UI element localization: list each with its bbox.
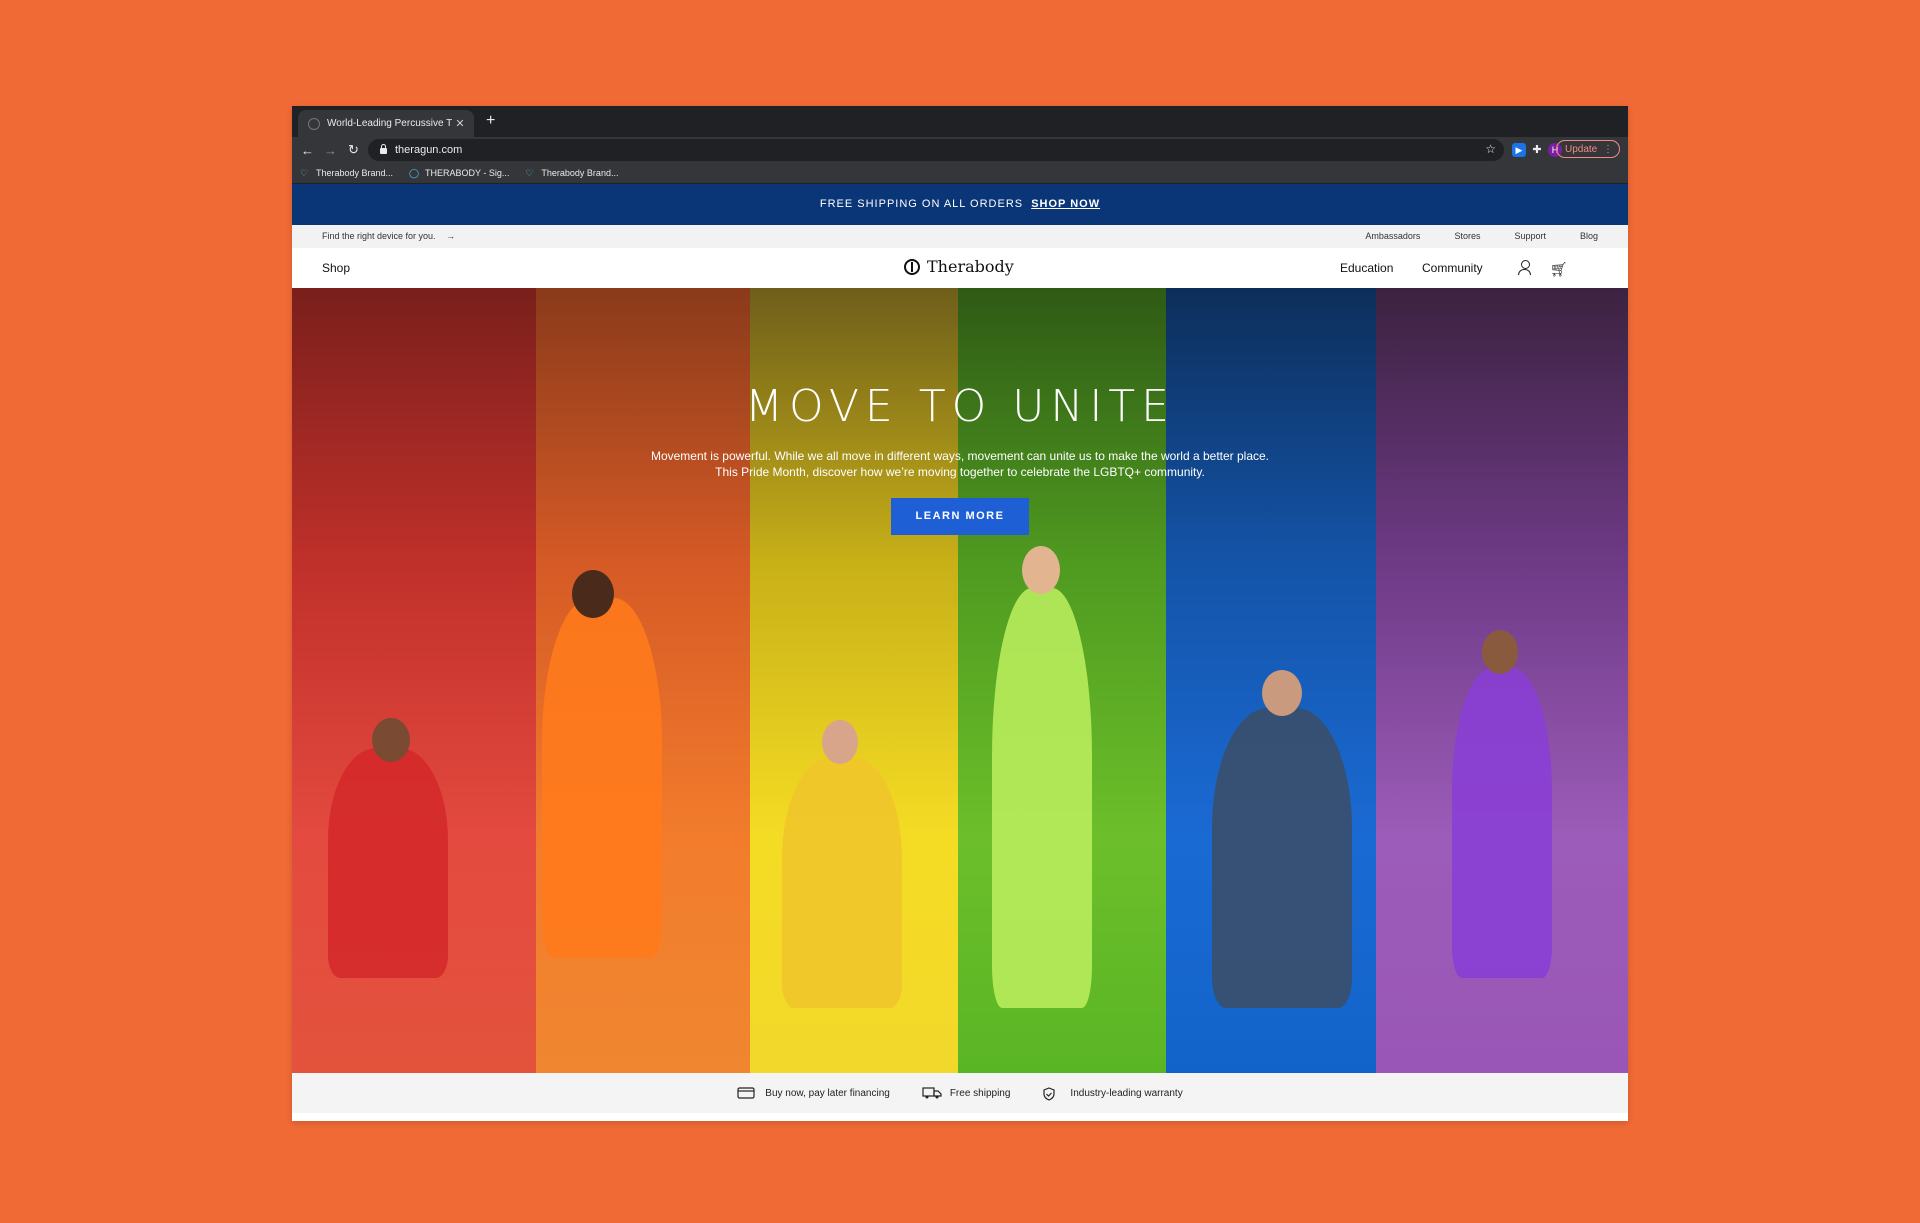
shop-now-link[interactable]: SHOP NOW — [1031, 198, 1100, 210]
logo-text: Therabody — [927, 257, 1014, 276]
address-bar[interactable]: theragun.com ☆ — [368, 139, 1504, 161]
bookmark-star-icon[interactable]: ☆ — [1485, 142, 1496, 156]
benefits-bar: Buy now, pay later financing Free shippi… — [292, 1073, 1628, 1113]
account-icon[interactable] — [1518, 260, 1532, 276]
zoom-extension-icon[interactable]: ▶ — [1512, 143, 1526, 157]
lock-icon — [380, 144, 387, 154]
therabody-logo[interactable]: Therabody — [904, 257, 1014, 276]
blog-link[interactable]: Blog — [1580, 231, 1598, 241]
bookmark-item[interactable]: ♡ Therabody Brand... — [525, 168, 618, 178]
new-tab-button[interactable]: + — [486, 112, 495, 130]
hero-subtext: Movement is powerful. While we all move … — [650, 449, 1270, 479]
browser-tab[interactable]: World-Leading Percussive The ✕ — [298, 110, 474, 137]
heart-icon: ♡ — [525, 167, 534, 178]
nav-community[interactable]: Community — [1422, 261, 1483, 275]
credit-card-icon — [737, 1087, 755, 1099]
benefit-financing: Buy now, pay later financing — [737, 1087, 890, 1099]
hero-person-red — [328, 748, 448, 978]
hero-person-blue — [1212, 708, 1352, 1008]
hero-person-green — [992, 588, 1092, 1008]
nav-shop[interactable]: Shop — [322, 261, 350, 275]
utility-bar: Find the right device for you. → Ambassa… — [292, 225, 1628, 248]
favicon-icon — [308, 117, 320, 130]
bookmark-item[interactable]: ◯ THERABODY - Sig... — [409, 168, 509, 178]
hero-person-head — [1262, 670, 1302, 716]
shield-icon — [1042, 1087, 1060, 1101]
back-arrow-icon[interactable]: ← — [296, 143, 319, 158]
benefit-label: Industry-leading warranty — [1070, 1087, 1183, 1099]
heart-icon: ♡ — [300, 167, 309, 178]
benefit-warranty: Industry-leading warranty — [1042, 1087, 1183, 1101]
forward-arrow-icon[interactable]: → — [319, 143, 342, 158]
promo-banner: FREE SHIPPING ON ALL ORDERS SHOP NOW — [292, 184, 1628, 225]
ambassadors-link[interactable]: Ambassadors — [1365, 231, 1420, 241]
hero-person-purple — [1452, 668, 1552, 978]
cart-icon[interactable]: 🛒︎ — [1550, 261, 1568, 278]
benefit-label: Buy now, pay later financing — [765, 1087, 890, 1099]
truck-icon — [922, 1087, 942, 1099]
update-label: Update — [1565, 144, 1598, 155]
circle-icon: ◯ — [409, 167, 420, 178]
tab-strip: World-Leading Percussive The ✕ + — [292, 106, 1628, 137]
benefit-label: Free shipping — [949, 1087, 1011, 1099]
main-nav: Shop Therabody Education Community 🛒︎ — [292, 248, 1628, 288]
learn-more-button[interactable]: LEARN MORE — [891, 498, 1029, 535]
hero-person-head — [1482, 630, 1518, 674]
stores-link[interactable]: Stores — [1454, 231, 1480, 241]
support-link[interactable]: Support — [1514, 231, 1546, 241]
bookmarks-bar: ♡ Therabody Brand... ◯ THERABODY - Sig..… — [292, 163, 1628, 184]
bookmark-label: Therabody Brand... — [316, 168, 394, 178]
hero-headline: MOVE TO UNITE — [745, 381, 1175, 432]
device-finder-link[interactable]: Find the right device for you. → — [322, 231, 455, 241]
hero-person-head — [1022, 546, 1060, 594]
device-finder-text: Find the right device for you. — [322, 231, 436, 241]
hero-person-orange — [542, 598, 662, 958]
hero-person-yellow — [782, 758, 902, 1008]
reload-icon[interactable]: ↻ — [342, 142, 365, 158]
benefit-shipping: Free shipping — [922, 1087, 1011, 1099]
browser-toolbar: ← → ↻ theragun.com ☆ ▶ ✚ H Update ⋮ — [292, 137, 1628, 163]
logo-mark-icon — [904, 258, 920, 275]
extensions-puzzle-icon[interactable]: ✚ — [1530, 143, 1544, 157]
bookmark-item[interactable]: ♡ Therabody Brand... — [300, 168, 393, 178]
menu-kebab-icon[interactable]: ⋮ — [1603, 141, 1613, 159]
update-button[interactable]: Update ⋮ — [1556, 140, 1620, 158]
hero-person-head — [372, 718, 410, 762]
hero-person-head — [822, 720, 858, 764]
url-text: theragun.com — [395, 144, 463, 156]
hero-banner: MOVE TO UNITE Movement is powerful. Whil… — [292, 288, 1628, 1073]
browser-window: World-Leading Percussive The ✕ + ← → ↻ t… — [292, 106, 1628, 1121]
nav-education[interactable]: Education — [1340, 261, 1393, 275]
tab-title: World-Leading Percussive The — [327, 118, 452, 129]
close-tab-icon[interactable]: ✕ — [452, 117, 468, 130]
hero-person-head — [572, 570, 614, 618]
bookmark-label: THERABODY - Sig... — [425, 168, 510, 178]
bookmark-label: Therabody Brand... — [541, 168, 619, 178]
arrow-right-icon: → — [446, 231, 456, 241]
promo-text: FREE SHIPPING ON ALL ORDERS — [819, 198, 1024, 210]
